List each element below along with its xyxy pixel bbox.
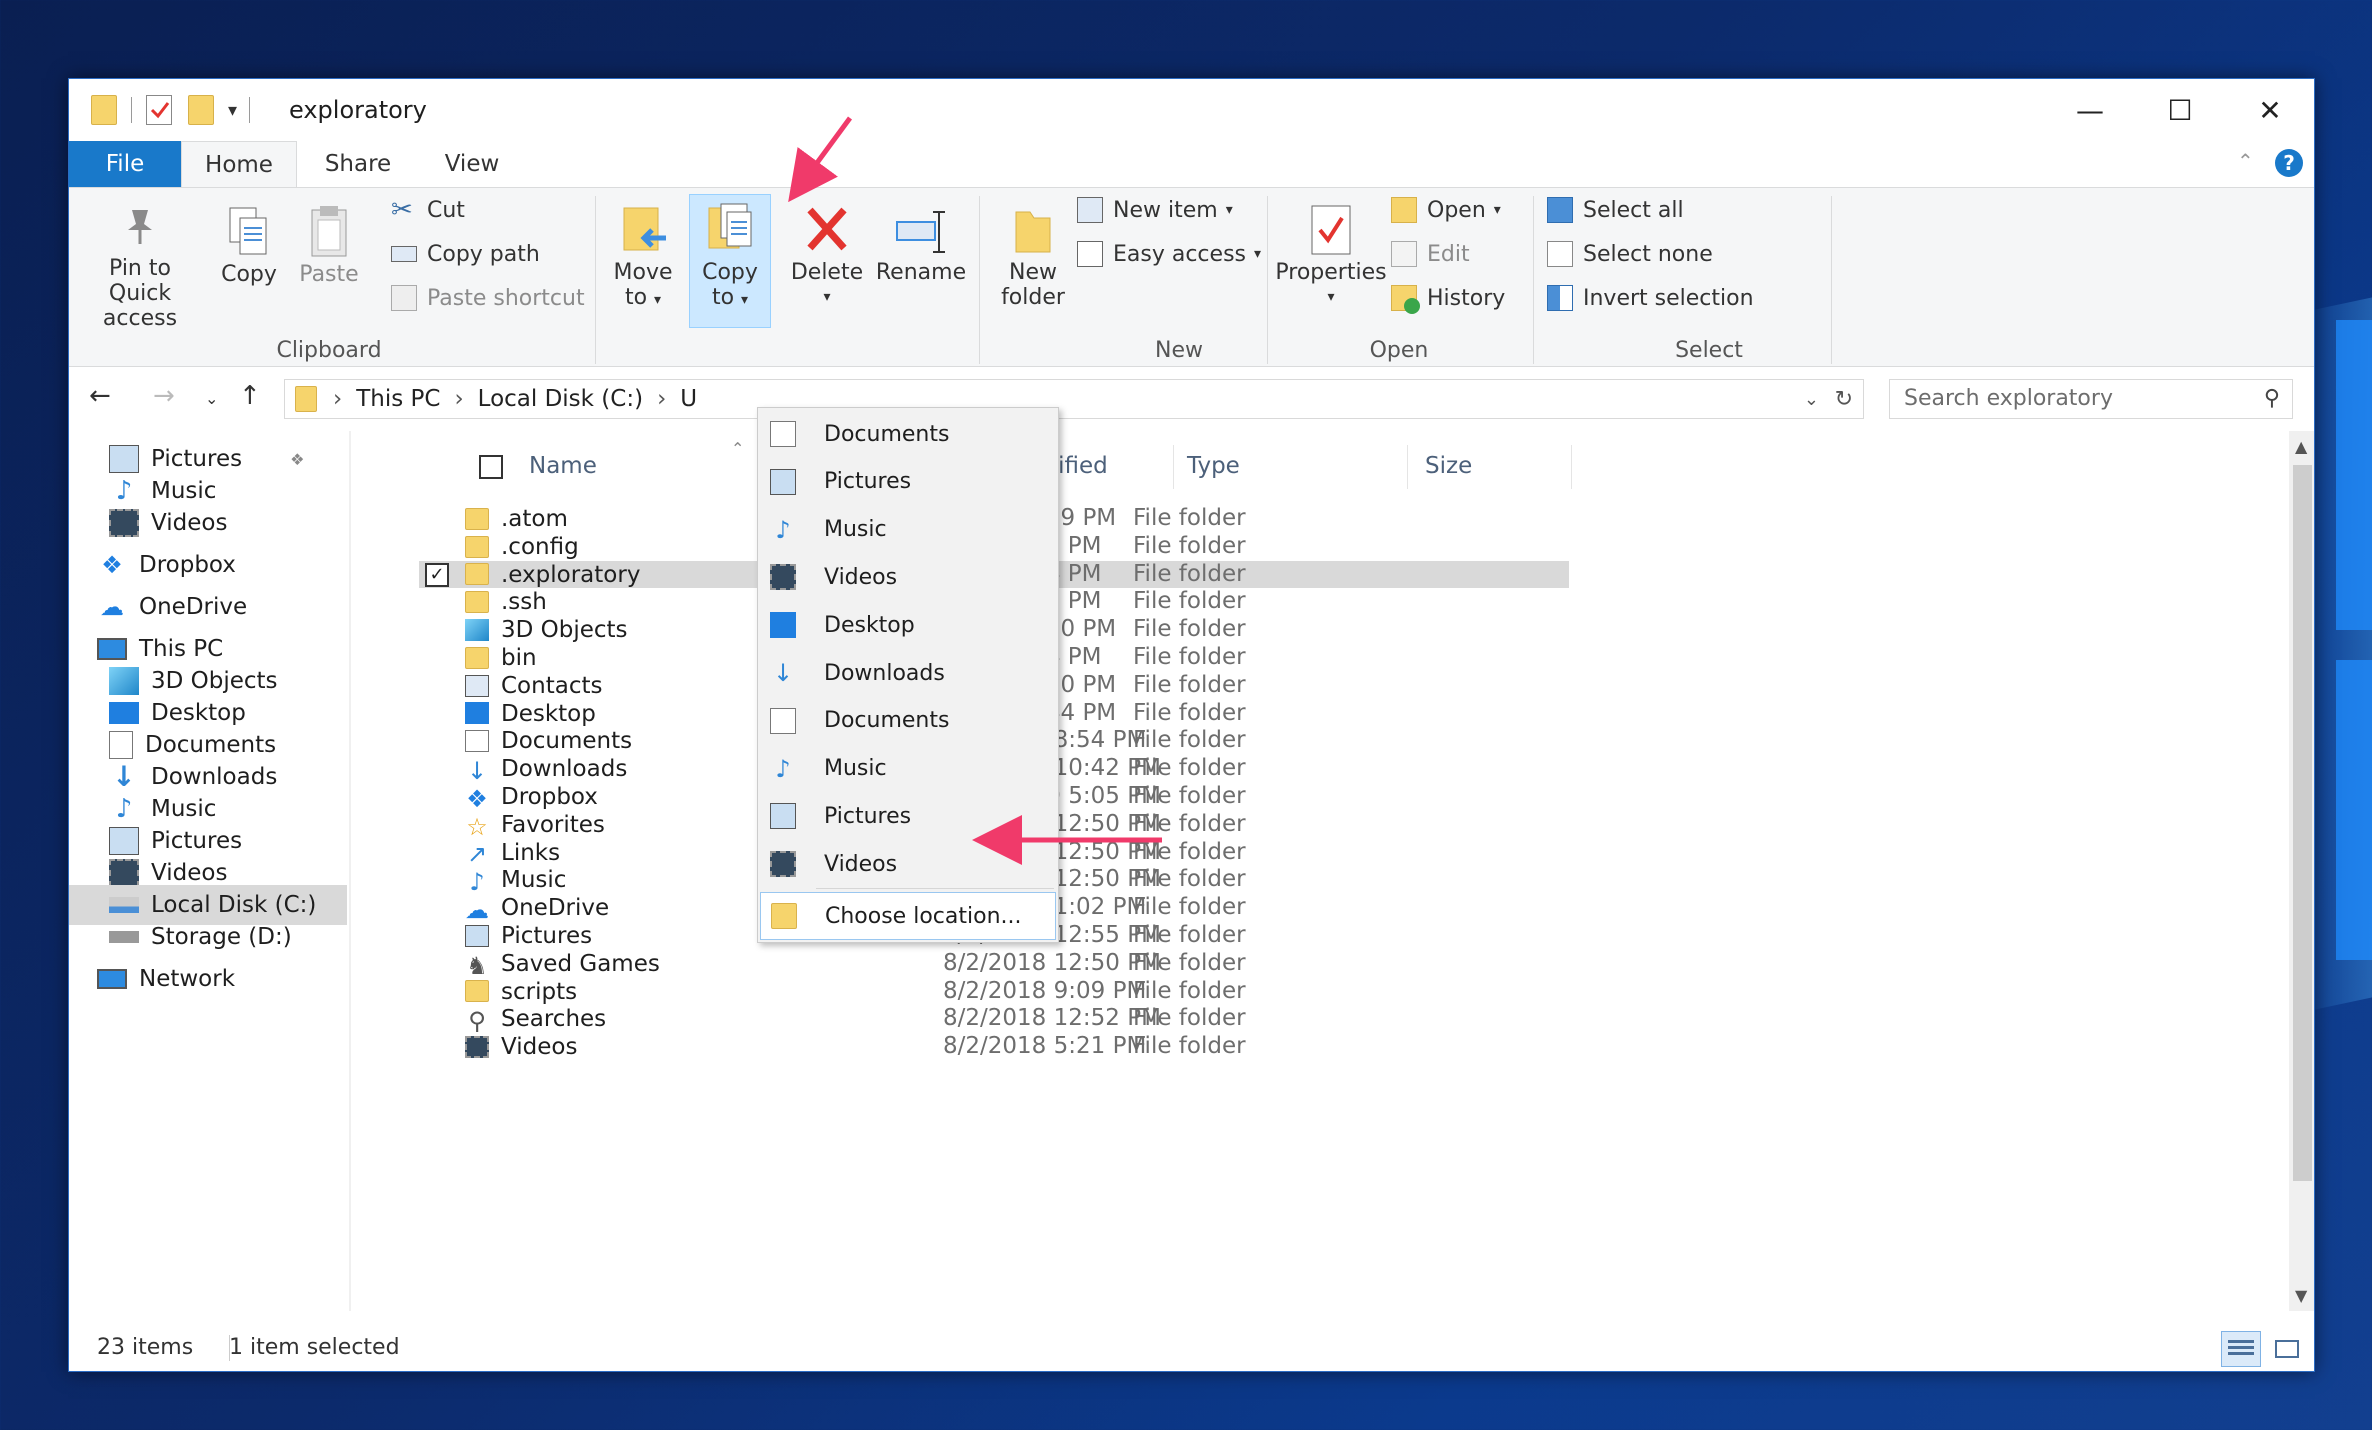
annotation-arrows bbox=[788, 116, 1162, 865]
annotation-arrow-copy-to bbox=[788, 116, 853, 203]
